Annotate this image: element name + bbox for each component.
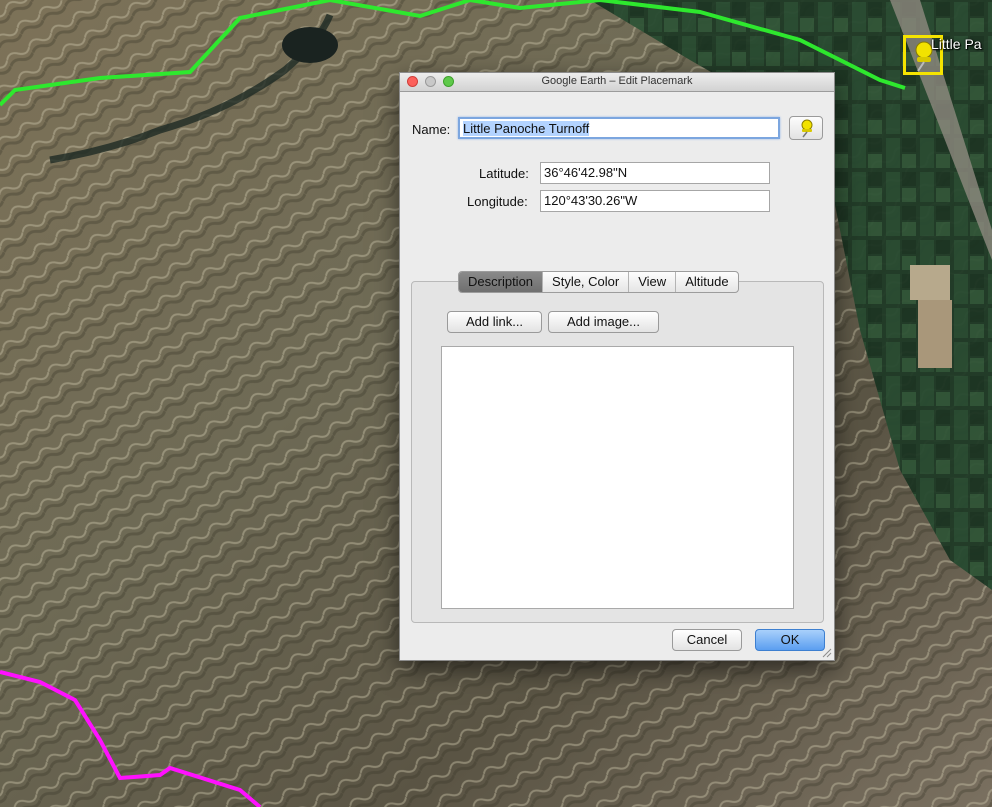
latitude-label: Latitude: [479,166,529,181]
add-image-button[interactable]: Add image... [548,311,659,333]
dialog-title: Google Earth – Edit Placemark [541,75,693,87]
name-label: Name: [412,122,451,137]
add-link-button[interactable]: Add link... [447,311,542,333]
dialog-titlebar[interactable]: Google Earth – Edit Placemark [400,73,834,92]
name-field[interactable]: Little Panoche Turnoff [458,117,780,139]
tab-style-color[interactable]: Style, Color [542,272,628,292]
tab-bar: Description Style, Color View Altitude [458,271,739,293]
tab-altitude[interactable]: Altitude [675,272,737,292]
edit-placemark-dialog: Google Earth – Edit Placemark Name: Litt… [399,72,835,661]
latitude-field[interactable]: 36°46'42.98"N [540,162,770,184]
placemark-label[interactable]: Little Pa [931,36,982,52]
yellow-pushpin-icon [801,119,813,138]
name-field-value: Little Panoche Turnoff [463,121,590,136]
longitude-field[interactable]: 120°43'30.26"W [540,190,770,212]
tab-description[interactable]: Description [459,272,543,292]
cancel-button[interactable]: Cancel [672,629,742,651]
description-textarea[interactable] [441,346,794,609]
longitude-label: Longitude: [467,194,528,209]
tab-view[interactable]: View [628,272,675,292]
ok-button[interactable]: OK [755,629,825,651]
placemark-icon-button[interactable] [789,116,823,140]
resize-grip-icon[interactable] [821,647,832,658]
